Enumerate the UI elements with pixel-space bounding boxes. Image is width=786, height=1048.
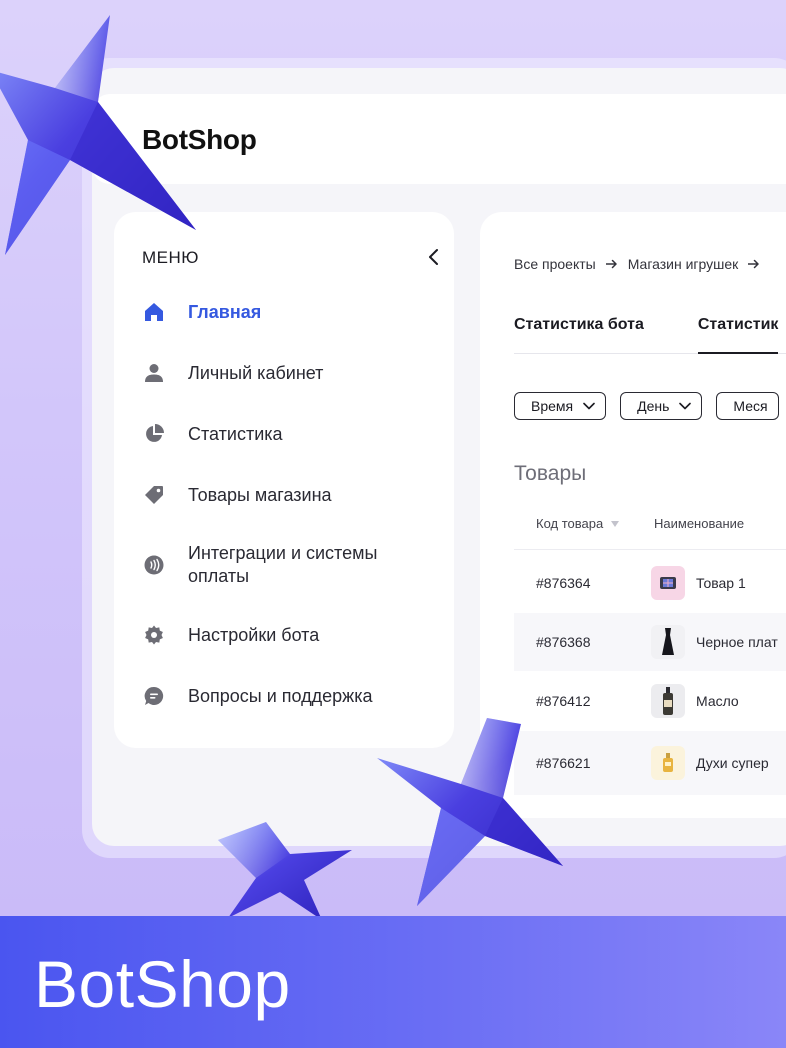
contactless-icon — [142, 553, 166, 577]
filter-month-dropdown[interactable]: Меся — [716, 392, 779, 420]
oil-bottle-icon — [651, 684, 685, 718]
sidebar-item-statistics[interactable]: Статистика — [142, 422, 442, 446]
product-name: Духи супер — [696, 755, 769, 771]
perfume-icon — [651, 746, 685, 780]
chevron-down-icon — [679, 402, 692, 410]
breadcrumb-item[interactable]: Магазин игрушек — [628, 256, 739, 272]
filter-label: День — [637, 398, 670, 414]
filter-day-dropdown[interactable]: День — [620, 392, 703, 420]
filter-label: Время — [531, 398, 574, 414]
sidebar-item-home[interactable]: Главная — [142, 300, 442, 324]
column-header-name[interactable]: Наименование — [654, 516, 744, 531]
decorative-star-top-left — [0, 15, 196, 255]
pink-box-icon — [651, 566, 685, 600]
product-code: #876412 — [536, 693, 591, 709]
sidebar-item-account[interactable]: Личный кабинет — [142, 361, 442, 385]
promo-banner: BotShop — [0, 916, 786, 1048]
product-name: Черное плат — [696, 634, 778, 650]
sidebar-item-settings[interactable]: Настройки бота — [142, 623, 442, 647]
column-header-label: Код товара — [536, 516, 604, 531]
sort-down-icon[interactable] — [611, 520, 620, 527]
sidebar-item-label: Личный кабинет — [188, 362, 324, 383]
sidebar-item-label: Главная — [188, 301, 262, 322]
product-name: Масло — [696, 693, 739, 709]
sidebar-item-products[interactable]: Товары магазина — [142, 483, 442, 507]
breadcrumb-item[interactable]: Все проекты — [514, 256, 596, 272]
sidebar-menu: МЕНЮ Главная Личный кабинет Статистика Т… — [114, 212, 454, 748]
decorative-star-bottom-center — [377, 718, 563, 906]
table-row[interactable]: #876364 Товар 1 — [514, 554, 786, 612]
user-icon — [142, 361, 166, 385]
column-header-code[interactable]: Код товара — [536, 516, 620, 531]
sidebar-item-label: Интеграции и системы оплаты — [188, 543, 378, 586]
tab-statistics[interactable]: Статистик — [697, 316, 779, 354]
product-name: Товар 1 — [696, 575, 746, 591]
stats-tabs: Статистика бота Статистик — [514, 316, 786, 354]
sidebar-item-label: Настройки бота — [188, 624, 320, 645]
sidebar-item-integrations[interactable]: Интеграции и системы оплаты — [142, 542, 442, 588]
product-code: #876364 — [536, 575, 591, 591]
product-code: #876368 — [536, 634, 591, 650]
black-dress-icon — [651, 625, 685, 659]
chevron-down-icon — [583, 402, 595, 410]
banner-title: BotShop — [34, 947, 291, 1021]
sidebar-item-label: Вопросы и поддержка — [188, 685, 373, 706]
collapse-menu-button[interactable] — [422, 246, 444, 268]
sidebar-item-support[interactable]: Вопросы и поддержка — [142, 684, 442, 708]
section-title: Товары — [514, 462, 587, 485]
chevron-left-icon — [429, 249, 438, 265]
tab-bot-statistics[interactable]: Статистика бота — [514, 316, 644, 354]
arrow-right-icon — [605, 259, 618, 269]
table-row[interactable]: #876368 Черное плат — [514, 613, 786, 671]
table-header: Код товара Наименование — [514, 516, 786, 550]
tag-icon — [142, 483, 166, 507]
breadcrumb: Все проекты Магазин игрушек — [514, 256, 770, 272]
home-icon — [142, 300, 166, 324]
filters: Время День Меся — [514, 392, 786, 420]
filter-time-dropdown[interactable]: Время — [514, 392, 607, 420]
filter-label: Меся — [733, 398, 768, 414]
decorative-star-bottom-small — [218, 822, 352, 920]
arrow-right-icon — [748, 259, 760, 269]
chat-icon — [142, 684, 166, 708]
sidebar-item-label: Статистика — [188, 423, 283, 444]
pie-chart-icon — [142, 422, 166, 446]
gear-icon — [142, 623, 166, 647]
sidebar-item-label: Товары магазина — [188, 484, 332, 505]
